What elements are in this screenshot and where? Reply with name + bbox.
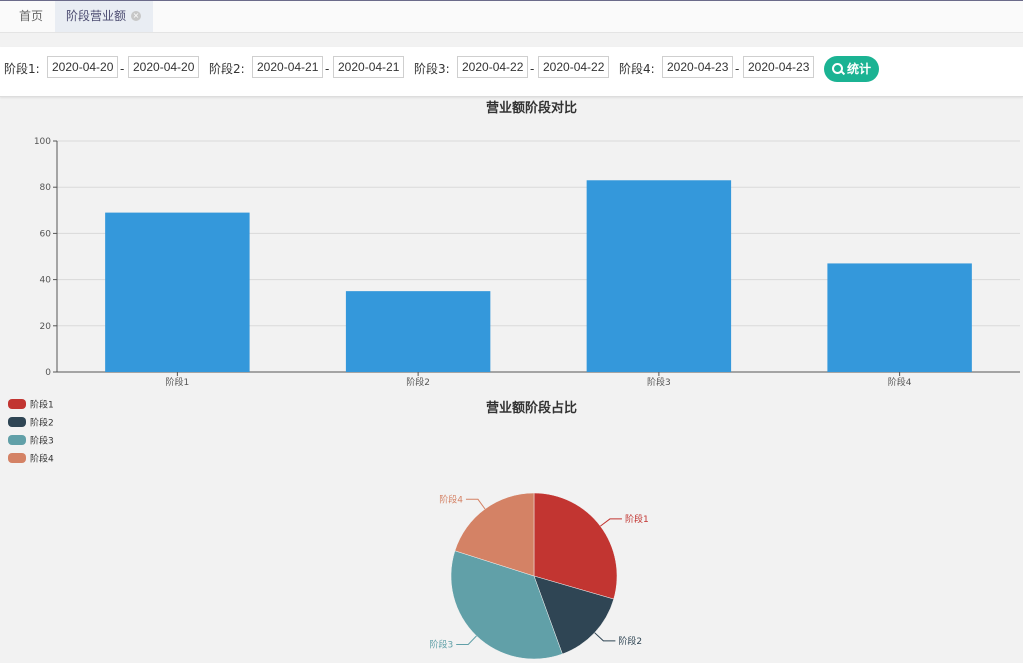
pie-label-阶段4: 阶段4 <box>439 493 463 505</box>
tab-bar: 首页 阶段营业额 × <box>0 1 1023 33</box>
search-icon <box>832 63 843 74</box>
stage2-separator: - <box>325 62 330 76</box>
stage4-separator: - <box>735 62 740 76</box>
stage3-start-date-input[interactable]: 2020-04-22 <box>457 56 529 78</box>
filter-bar: 阶段1: 2020-04-20 - 2020-04-20 阶段2: 2020-0… <box>0 47 1023 97</box>
stage2-label: 阶段2: <box>209 62 245 76</box>
x-tick-label: 阶段4 <box>888 376 912 388</box>
x-tick-label: 阶段1 <box>166 376 190 388</box>
bar-阶段4 <box>827 263 972 372</box>
stage4-end-date-input[interactable]: 2020-04-23 <box>743 56 815 78</box>
pie-label-line-阶段3 <box>456 635 477 646</box>
stage3-label: 阶段3: <box>414 62 450 76</box>
pie-label-阶段3: 阶段3 <box>429 639 453 651</box>
stage3-end-date-input[interactable]: 2020-04-22 <box>538 56 610 78</box>
pie-label-line-阶段4 <box>465 498 486 510</box>
close-icon[interactable]: × <box>131 11 141 21</box>
pie-label-line-阶段2 <box>594 632 616 642</box>
statistics-button-label: 统计 <box>847 62 872 76</box>
legend-label-阶段4: 阶段4 <box>30 453 54 465</box>
stage2-start-date-input[interactable]: 2020-04-21 <box>252 56 324 78</box>
legend-swatch-阶段3 <box>8 435 26 445</box>
tab-stage-revenue[interactable]: 阶段营业额 × <box>55 1 153 32</box>
bar-阶段1 <box>105 212 250 372</box>
stage2-end-date-input[interactable]: 2020-04-21 <box>333 56 405 78</box>
bar-阶段3 <box>586 180 732 372</box>
pie-label-阶段1: 阶段1 <box>625 513 649 525</box>
pie-chart: 阶段1 阶段2 阶段3 阶段4 <box>429 492 649 660</box>
legend-swatch-阶段4 <box>8 453 26 463</box>
pie-chart-title: 营业额阶段占比 <box>486 401 578 416</box>
y-tick-label: 80 <box>40 183 52 193</box>
y-tick-label: 0 <box>45 368 51 378</box>
tab-home[interactable]: 首页 <box>8 1 54 32</box>
pie-legend: 阶段1 阶段2 阶段3 阶段4 <box>8 399 54 465</box>
y-tick-label: 100 <box>34 137 51 147</box>
y-tick-label: 20 <box>40 322 52 332</box>
stage1-end-date-input[interactable]: 2020-04-20 <box>128 56 200 78</box>
legend-label-阶段3: 阶段3 <box>30 435 54 447</box>
legend-label-阶段2: 阶段2 <box>30 417 54 429</box>
stage1-separator: - <box>120 62 125 76</box>
stage4-label: 阶段4: <box>619 62 655 76</box>
x-tick-label: 阶段3 <box>647 376 671 388</box>
y-tick-label: 60 <box>40 229 52 239</box>
y-tick-label: 40 <box>40 276 52 286</box>
legend-swatch-阶段2 <box>8 417 26 427</box>
legend-swatch-阶段1 <box>8 399 26 409</box>
stage3-separator: - <box>530 62 535 76</box>
pie-label-line-阶段1 <box>600 518 622 527</box>
bar-chart-title: 营业额阶段对比 <box>486 101 578 116</box>
statistics-button[interactable]: 统计 <box>824 56 879 82</box>
stage1-label: 阶段1: <box>4 62 40 76</box>
legend-label-阶段1: 阶段1 <box>30 399 54 411</box>
stage1-start-date-input[interactable]: 2020-04-20 <box>47 56 119 78</box>
bar-chart: 0 20 40 60 80 100 阶段1 阶段2 阶段3 阶段4 <box>34 137 1020 388</box>
stage4-start-date-input[interactable]: 2020-04-23 <box>662 56 734 78</box>
tab-stage-revenue-label: 阶段营业额 <box>66 9 127 23</box>
pie-label-阶段2: 阶段2 <box>618 635 642 647</box>
x-tick-label: 阶段2 <box>406 376 430 388</box>
bar-阶段2 <box>345 291 491 372</box>
